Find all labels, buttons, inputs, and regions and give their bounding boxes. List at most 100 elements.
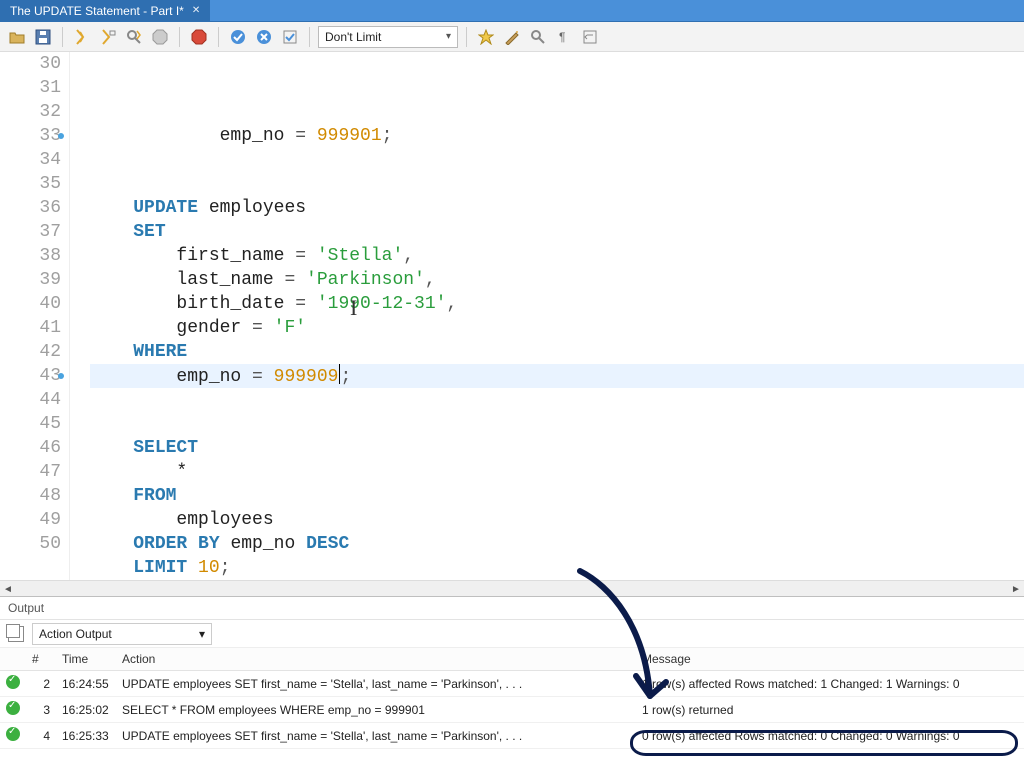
scroll-left-icon[interactable]: ◄ [0, 581, 16, 597]
wrap-icon[interactable] [579, 26, 601, 48]
output-row[interactable]: 316:25:02SELECT * FROM employees WHERE e… [0, 697, 1024, 723]
close-icon[interactable]: ✕ [192, 5, 200, 16]
code-line[interactable]: SET [90, 220, 1024, 244]
execute-current-icon[interactable] [97, 26, 119, 48]
code-line[interactable]: ORDER BY emp_no DESC [90, 532, 1024, 556]
line-number: 46 [0, 436, 61, 460]
editor-tab[interactable]: The UPDATE Statement - Part I* ✕ [0, 0, 211, 21]
action-output-grid: # Time Action Message 216:24:55UPDATE em… [0, 648, 1024, 749]
line-number: 48 [0, 484, 61, 508]
grid-header-row: # Time Action Message [0, 648, 1024, 671]
output-type-label: Action Output [39, 627, 112, 641]
row-num: 2 [26, 671, 56, 697]
sql-editor[interactable]: 3031323334353637383940414243444546474849… [0, 52, 1024, 580]
save-icon[interactable] [32, 26, 54, 48]
line-number: 40 [0, 292, 61, 316]
line-number: 45 [0, 412, 61, 436]
toggle-invisible-icon[interactable]: ¶ [553, 26, 575, 48]
separator [466, 27, 467, 47]
code-line[interactable] [90, 148, 1024, 172]
stop-icon[interactable] [149, 26, 171, 48]
chevron-down-icon: ▾ [199, 627, 205, 641]
row-num: 4 [26, 723, 56, 749]
row-message: 0 row(s) affected Rows matched: 0 Change… [636, 723, 1024, 749]
svg-text:¶: ¶ [559, 30, 565, 44]
output-panel: Output Action Output ▾ # Time Action Mes… [0, 596, 1024, 749]
code-line[interactable]: FROM [90, 484, 1024, 508]
row-message: 1 row(s) affected Rows matched: 1 Change… [636, 671, 1024, 697]
line-number: 36 [0, 196, 61, 220]
code-line[interactable]: emp_no = 999901; [90, 124, 1024, 148]
rollback-icon[interactable] [253, 26, 275, 48]
line-number: 38 [0, 244, 61, 268]
col-number[interactable]: # [26, 648, 56, 671]
text-cursor-icon: I [350, 296, 357, 320]
output-title: Output [0, 597, 1024, 620]
chevron-down-icon: ▾ [446, 31, 451, 42]
line-number: 42 [0, 340, 61, 364]
row-time: 16:25:33 [56, 723, 116, 749]
row-action: UPDATE employees SET first_name = 'Stell… [116, 723, 636, 749]
line-number: 37 [0, 220, 61, 244]
code-line[interactable]: last_name = 'Parkinson', [90, 268, 1024, 292]
scroll-right-icon[interactable]: ► [1008, 581, 1024, 597]
code-line[interactable] [90, 388, 1024, 412]
row-time: 16:24:55 [56, 671, 116, 697]
stop-on-error-icon[interactable] [188, 26, 210, 48]
code-line[interactable] [90, 412, 1024, 436]
code-line[interactable]: * [90, 460, 1024, 484]
row-action: SELECT * FROM employees WHERE emp_no = 9… [116, 697, 636, 723]
explain-icon[interactable] [123, 26, 145, 48]
row-num: 3 [26, 697, 56, 723]
code-line[interactable]: SELECT [90, 436, 1024, 460]
line-number: 33 [0, 124, 61, 148]
code-line[interactable]: WHERE [90, 340, 1024, 364]
code-line[interactable]: LIMIT 10; [90, 556, 1024, 580]
col-time[interactable]: Time [56, 648, 116, 671]
limit-rows-dropdown[interactable]: Don't Limit ▾ [318, 26, 458, 48]
line-number: 49 [0, 508, 61, 532]
line-number: 41 [0, 316, 61, 340]
commit-icon[interactable] [227, 26, 249, 48]
autocommit-icon[interactable] [279, 26, 301, 48]
row-time: 16:25:02 [56, 697, 116, 723]
line-number: 34 [0, 148, 61, 172]
separator [218, 27, 219, 47]
statement-marker-icon [58, 133, 64, 139]
status-ok-icon [6, 701, 20, 715]
line-number: 43 [0, 364, 61, 388]
favorite-icon[interactable] [475, 26, 497, 48]
beautify-icon[interactable] [501, 26, 523, 48]
output-toolbar: Action Output ▾ [0, 620, 1024, 648]
line-number: 35 [0, 172, 61, 196]
code-line[interactable]: UPDATE employees [90, 196, 1024, 220]
col-message[interactable]: Message [636, 648, 1024, 671]
limit-rows-label: Don't Limit [325, 30, 381, 44]
status-ok-icon [6, 675, 20, 689]
horizontal-scrollbar[interactable]: ◄ ► [0, 580, 1024, 596]
open-file-icon[interactable] [6, 26, 28, 48]
code-line[interactable]: employees [90, 508, 1024, 532]
separator [62, 27, 63, 47]
copy-icon[interactable] [8, 626, 24, 642]
output-row[interactable]: 216:24:55UPDATE employees SET first_name… [0, 671, 1024, 697]
col-action[interactable]: Action [116, 648, 636, 671]
execute-icon[interactable] [71, 26, 93, 48]
row-message: 1 row(s) returned [636, 697, 1024, 723]
code-line[interactable]: first_name = 'Stella', [90, 244, 1024, 268]
output-row[interactable]: 416:25:33UPDATE employees SET first_name… [0, 723, 1024, 749]
toolbar: Don't Limit ▾ ¶ [0, 22, 1024, 52]
code-area[interactable]: I emp_no = 999901; UPDATE employees SET … [70, 52, 1024, 580]
code-line[interactable]: birth_date = '1990-12-31', [90, 292, 1024, 316]
output-type-dropdown[interactable]: Action Output ▾ [32, 623, 212, 645]
row-action: UPDATE employees SET first_name = 'Stell… [116, 671, 636, 697]
line-number: 39 [0, 268, 61, 292]
code-line[interactable]: emp_no = 999909; [90, 364, 1024, 388]
statement-marker-icon [58, 373, 64, 379]
code-line[interactable] [90, 172, 1024, 196]
code-line[interactable]: gender = 'F' [90, 316, 1024, 340]
find-icon[interactable] [527, 26, 549, 48]
separator [309, 27, 310, 47]
line-number: 31 [0, 76, 61, 100]
line-number: 32 [0, 100, 61, 124]
